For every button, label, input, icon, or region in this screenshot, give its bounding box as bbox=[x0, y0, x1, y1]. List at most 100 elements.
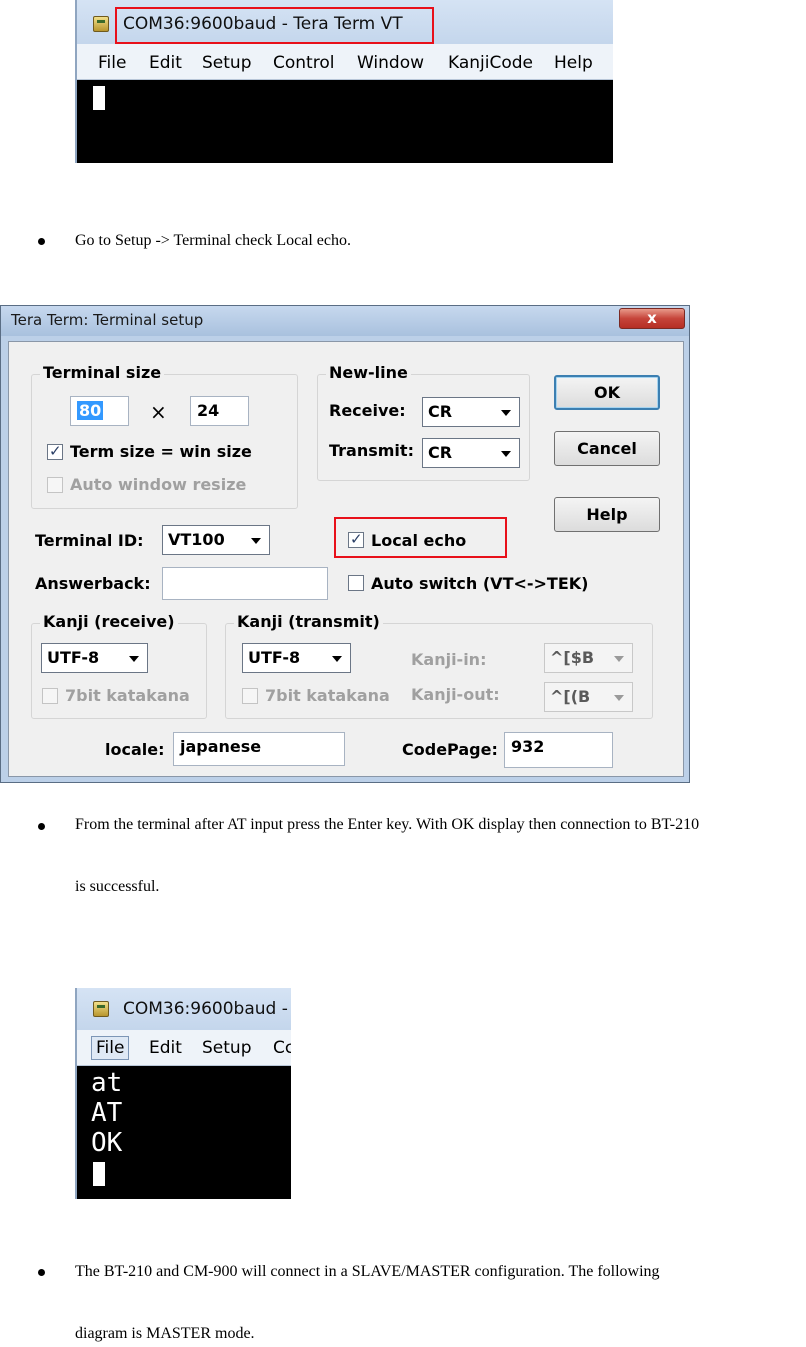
menu-control-partial[interactable]: Cc bbox=[273, 1038, 291, 1058]
receive-value: CR bbox=[428, 402, 453, 421]
kanji-receive-katakana-label: 7bit katakana bbox=[65, 686, 190, 705]
rows-input[interactable]: 24 bbox=[190, 396, 249, 426]
kanji-out-label: Kanji-out: bbox=[411, 685, 500, 704]
menu-setup[interactable]: Setup bbox=[202, 53, 251, 73]
term-eq-win-checkbox[interactable]: ✓ bbox=[47, 442, 63, 460]
terminal-cursor bbox=[93, 86, 105, 110]
instruction-slave-master-cont: diagram is MASTER mode. bbox=[75, 1325, 255, 1342]
chevron-down-icon bbox=[501, 451, 511, 457]
menu-edit[interactable]: Edit bbox=[149, 1038, 182, 1058]
kanji-in-value: ^[$B bbox=[550, 648, 595, 667]
kanji-receive-katakana-checkbox[interactable] bbox=[42, 688, 58, 704]
kanji-transmit-label: Kanji (transmit) bbox=[234, 612, 383, 631]
menu-edit[interactable]: Edit bbox=[149, 53, 182, 73]
teraterm-window-screenshot: COM36:9600baud - Tera Term VT File Edit … bbox=[75, 0, 613, 163]
terminal-size-group: Terminal size 80 × 24 ✓ Term size = win … bbox=[31, 363, 298, 509]
kanji-receive-label: Kanji (receive) bbox=[40, 612, 178, 631]
columns-input[interactable]: 80 bbox=[70, 396, 129, 426]
bullet-dot bbox=[38, 238, 45, 245]
times-sign: × bbox=[150, 400, 167, 424]
kanji-receive-group: Kanji (receive) UTF-8 7bit katakana bbox=[31, 612, 207, 719]
kanji-out-value: ^[(B bbox=[550, 687, 591, 706]
terminal-line-input: at bbox=[91, 1068, 123, 1098]
menu-bar: File Edit Setup Control Window KanjiCode… bbox=[77, 44, 613, 80]
kanji-out-select[interactable]: ^[(B bbox=[544, 682, 633, 712]
menu-kanjicode[interactable]: KanjiCode bbox=[448, 53, 533, 73]
kanji-in-select[interactable]: ^[$B bbox=[544, 643, 633, 673]
auto-resize-checkbox[interactable] bbox=[47, 477, 63, 493]
window-title: COM36:9600baud - bbox=[123, 999, 288, 1019]
terminal-id-value: VT100 bbox=[168, 530, 225, 549]
auto-switch-label: Auto switch (VT<->TEK) bbox=[371, 574, 589, 593]
codepage-input[interactable]: 932 bbox=[504, 732, 613, 768]
close-button[interactable]: x bbox=[619, 308, 685, 329]
menu-setup[interactable]: Setup bbox=[202, 1038, 251, 1058]
transmit-value: CR bbox=[428, 443, 453, 462]
menu-control[interactable]: Control bbox=[273, 53, 334, 73]
terminal-size-label: Terminal size bbox=[40, 363, 165, 382]
kanji-transmit-select[interactable]: UTF-8 bbox=[242, 643, 351, 673]
kanji-transmit-group: Kanji (transmit) UTF-8 7bit katakana Kan… bbox=[225, 612, 653, 719]
title-highlight-box bbox=[115, 7, 434, 44]
terminal-cursor bbox=[93, 1162, 105, 1186]
terminal-setup-dialog: Tera Term: Terminal setup x Terminal siz… bbox=[0, 305, 690, 783]
check-icon: ✓ bbox=[350, 530, 363, 548]
terminal-line-echo: AT bbox=[91, 1098, 123, 1128]
kanji-transmit-katakana-checkbox[interactable] bbox=[242, 688, 258, 704]
teraterm-app-icon bbox=[93, 1001, 109, 1017]
newline-label: New-line bbox=[326, 363, 411, 382]
local-echo-label: Local echo bbox=[371, 531, 467, 550]
kanji-receive-select[interactable]: UTF-8 bbox=[41, 643, 148, 673]
cancel-button[interactable]: Cancel bbox=[554, 431, 660, 466]
instruction-setup-terminal: Go to Setup -> Terminal check Local echo… bbox=[75, 232, 351, 249]
locale-label: locale: bbox=[105, 740, 165, 759]
menu-file[interactable]: File bbox=[98, 53, 126, 73]
transmit-label: Transmit: bbox=[329, 441, 414, 460]
menu-window[interactable]: Window bbox=[357, 53, 424, 73]
menu-bar: File Edit Setup Cc bbox=[77, 1030, 291, 1066]
instruction-slave-master: The BT-210 and CM-900 will connect in a … bbox=[75, 1263, 660, 1280]
chevron-down-icon bbox=[332, 656, 342, 662]
columns-value: 80 bbox=[77, 401, 104, 420]
teraterm-at-screenshot: COM36:9600baud - File Edit Setup Cc at A… bbox=[75, 988, 291, 1199]
answerback-label: Answerback: bbox=[35, 574, 151, 593]
terminal-screen[interactable] bbox=[77, 80, 613, 163]
chevron-down-icon bbox=[501, 410, 511, 416]
receive-select[interactable]: CR bbox=[422, 397, 520, 427]
transmit-select[interactable]: CR bbox=[422, 438, 520, 468]
bullet-dot bbox=[38, 1269, 45, 1276]
dialog-body: Terminal size 80 × 24 ✓ Term size = win … bbox=[8, 341, 684, 777]
help-button[interactable]: Help bbox=[554, 497, 660, 532]
window-titlebar: COM36:9600baud - bbox=[77, 988, 291, 1030]
chevron-down-icon bbox=[614, 656, 624, 662]
receive-label: Receive: bbox=[329, 401, 406, 420]
dialog-titlebar: Tera Term: Terminal setup x bbox=[1, 306, 689, 336]
bullet-dot bbox=[38, 823, 45, 830]
menu-file[interactable]: File bbox=[91, 1036, 130, 1060]
auto-switch-checkbox[interactable] bbox=[348, 575, 364, 591]
kanji-transmit-value: UTF-8 bbox=[248, 648, 301, 667]
term-eq-win-label: Term size = win size bbox=[70, 442, 252, 461]
chevron-down-icon bbox=[614, 695, 624, 701]
terminal-line-response: OK bbox=[91, 1128, 123, 1158]
dialog-title: Tera Term: Terminal setup bbox=[11, 311, 204, 329]
newline-group: New-line Receive: CR Transmit: CR bbox=[317, 363, 530, 481]
check-icon: ✓ bbox=[49, 442, 62, 460]
terminal-screen[interactable]: at AT OK bbox=[77, 1066, 291, 1199]
terminal-id-label: Terminal ID: bbox=[35, 531, 144, 550]
terminal-id-select[interactable]: VT100 bbox=[162, 525, 270, 555]
kanji-receive-value: UTF-8 bbox=[47, 648, 100, 667]
menu-help[interactable]: Help bbox=[554, 53, 593, 73]
locale-input[interactable]: japanese bbox=[173, 732, 345, 766]
codepage-label: CodePage: bbox=[402, 740, 498, 759]
kanji-transmit-katakana-label: 7bit katakana bbox=[265, 686, 390, 705]
auto-resize-label: Auto window resize bbox=[70, 475, 247, 494]
local-echo-checkbox[interactable]: ✓ bbox=[348, 530, 364, 548]
instruction-at-command: From the terminal after AT input press t… bbox=[75, 816, 700, 833]
chevron-down-icon bbox=[129, 656, 139, 662]
teraterm-app-icon bbox=[93, 16, 109, 32]
instruction-at-command-cont: is successful. bbox=[75, 878, 160, 895]
kanji-in-label: Kanji-in: bbox=[411, 650, 487, 669]
answerback-input[interactable] bbox=[162, 567, 328, 600]
ok-button[interactable]: OK bbox=[554, 375, 660, 410]
